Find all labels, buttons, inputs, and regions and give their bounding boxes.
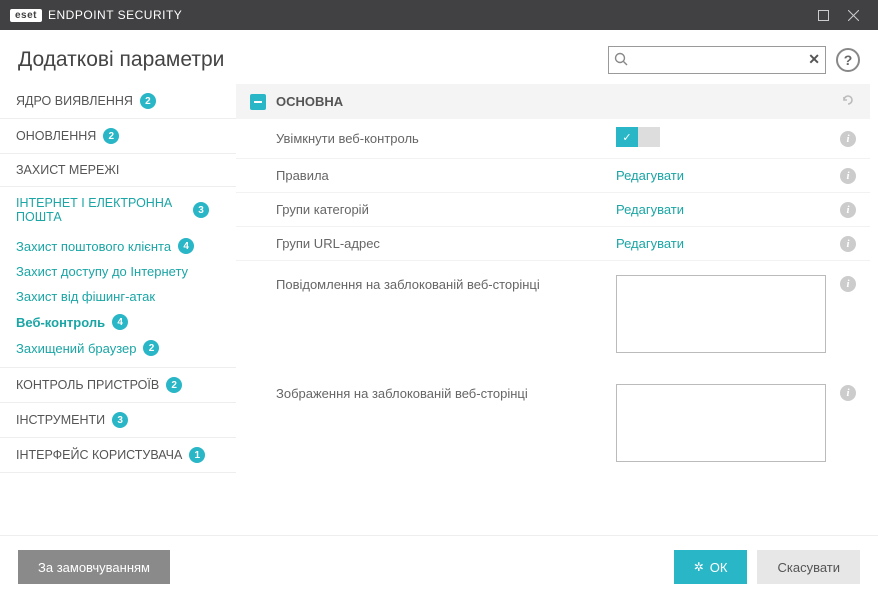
sub-badge: 4	[178, 238, 194, 254]
edit-urlgroups-link[interactable]: Редагувати	[616, 236, 684, 251]
sub-label: Захист поштового клієнта	[16, 239, 171, 254]
nav-label: ІНСТРУМЕНТИ	[16, 413, 105, 427]
search-input[interactable]	[608, 46, 826, 74]
nav-badge: 3	[193, 202, 209, 218]
nav-label: ІНТЕРНЕТ І ЕЛЕКТРОННА ПОШТА	[16, 196, 186, 224]
info-icon[interactable]: i	[840, 384, 856, 401]
nav-label: ЗАХИСТ МЕРЕЖІ	[16, 163, 119, 177]
brand-badge: eset	[10, 9, 42, 22]
sub-label: Захист від фішинг-атак	[16, 289, 155, 304]
nav-badge: 2	[166, 377, 182, 393]
section-title: ОСНОВНА	[276, 94, 830, 109]
titlebar: eset ENDPOINT SECURITY	[0, 0, 878, 30]
sidebar: ЯДРО ВИЯВЛЕННЯ 2 ОНОВЛЕННЯ 2 ЗАХИСТ МЕРЕ…	[0, 84, 236, 535]
info-icon[interactable]: i	[840, 235, 856, 252]
ok-label: ОК	[710, 560, 728, 575]
page-title: Додаткові параметри	[18, 48, 598, 72]
row-label: Увімкнути веб-контроль	[276, 131, 616, 146]
row-category-groups: Групи категорій Редагувати i	[236, 193, 870, 227]
nav-label: ОНОВЛЕННЯ	[16, 129, 96, 143]
revert-icon[interactable]	[840, 92, 856, 111]
header: Додаткові параметри ✕ ?	[0, 30, 878, 84]
nav-network-protection[interactable]: ЗАХИСТ МЕРЕЖІ	[0, 154, 236, 187]
cancel-button[interactable]: Скасувати	[757, 550, 860, 584]
row-url-groups: Групи URL-адрес Редагувати i	[236, 227, 870, 261]
row-enable-web-control: Увімкнути веб-контроль i	[236, 119, 870, 159]
edit-catgroups-link[interactable]: Редагувати	[616, 202, 684, 217]
row-label: Повідомлення на заблокованій веб-сторінц…	[276, 275, 616, 292]
nav-badge: 2	[103, 128, 119, 144]
sub-label: Захищений браузер	[16, 341, 136, 356]
window-close-button[interactable]	[838, 0, 868, 30]
sub-label: Веб-контроль	[16, 315, 105, 330]
row-label: Зображення на заблокованій веб-сторінці	[276, 384, 616, 401]
sub-label: Захист доступу до Інтернету	[16, 264, 188, 279]
row-block-image: Зображення на заблокованій веб-сторінці …	[236, 370, 870, 479]
row-label: Групи категорій	[276, 202, 616, 217]
info-icon[interactable]: i	[840, 275, 856, 292]
nav-tools[interactable]: ІНСТРУМЕНТИ 3	[0, 403, 236, 438]
nav-update[interactable]: ОНОВЛЕННЯ 2	[0, 119, 236, 154]
app-logo: eset ENDPOINT SECURITY	[10, 8, 182, 22]
nav-badge: 1	[189, 447, 205, 463]
edit-rules-link[interactable]: Редагувати	[616, 168, 684, 183]
sub-web-control[interactable]: Веб-контроль 4	[0, 309, 236, 335]
nav-user-interface[interactable]: ІНТЕРФЕЙС КОРИСТУВАЧА 1	[0, 438, 236, 473]
default-button[interactable]: За замовчуванням	[18, 550, 170, 584]
nav-label: ЯДРО ВИЯВЛЕННЯ	[16, 94, 133, 108]
nav-label: КОНТРОЛЬ ПРИСТРОЇВ	[16, 378, 159, 392]
ok-button[interactable]: ✲ ОК	[674, 550, 748, 584]
search-icon	[614, 52, 628, 69]
product-name: ENDPOINT SECURITY	[48, 8, 182, 22]
row-rules: Правила Редагувати i	[236, 159, 870, 193]
sub-web-access[interactable]: Захист доступу до Інтернету	[0, 259, 236, 284]
row-label: Правила	[276, 168, 616, 183]
nav-detection-core[interactable]: ЯДРО ВИЯВЛЕННЯ 2	[0, 84, 236, 119]
window-maximize-button[interactable]	[808, 0, 838, 30]
section-header: ОСНОВНА	[236, 84, 870, 119]
search-wrap: ✕	[608, 46, 826, 74]
sub-badge: 2	[143, 340, 159, 356]
collapse-icon[interactable]	[250, 94, 266, 110]
sub-mail-client[interactable]: Захист поштового клієнта 4	[0, 233, 236, 259]
sub-badge: 4	[112, 314, 128, 330]
info-icon[interactable]: i	[840, 130, 856, 147]
row-block-message: Повідомлення на заблокованій веб-сторінц…	[236, 261, 870, 370]
clear-search-icon[interactable]: ✕	[808, 51, 820, 68]
sub-secure-browser[interactable]: Захищений браузер 2	[0, 335, 236, 361]
block-image-textarea[interactable]	[616, 384, 826, 462]
content-panel: ОСНОВНА Увімкнути веб-контроль i Правила…	[236, 84, 878, 535]
sub-antiphishing[interactable]: Захист від фішинг-атак	[0, 284, 236, 309]
nav-label: ІНТЕРФЕЙС КОРИСТУВАЧА	[16, 448, 182, 462]
footer: За замовчуванням ✲ ОК Скасувати	[0, 535, 878, 598]
nav-internet-email[interactable]: ІНТЕРНЕТ І ЕЛЕКТРОННА ПОШТА 3	[0, 187, 236, 233]
toggle-web-control[interactable]	[616, 127, 660, 147]
nav-badge: 3	[112, 412, 128, 428]
info-icon[interactable]: i	[840, 201, 856, 218]
row-label: Групи URL-адрес	[276, 236, 616, 251]
help-button[interactable]: ?	[836, 48, 860, 72]
nav-device-control[interactable]: КОНТРОЛЬ ПРИСТРОЇВ 2	[0, 368, 236, 403]
info-icon[interactable]: i	[840, 167, 856, 184]
gear-icon: ✲	[694, 560, 704, 574]
nav-badge: 2	[140, 93, 156, 109]
block-message-textarea[interactable]	[616, 275, 826, 353]
